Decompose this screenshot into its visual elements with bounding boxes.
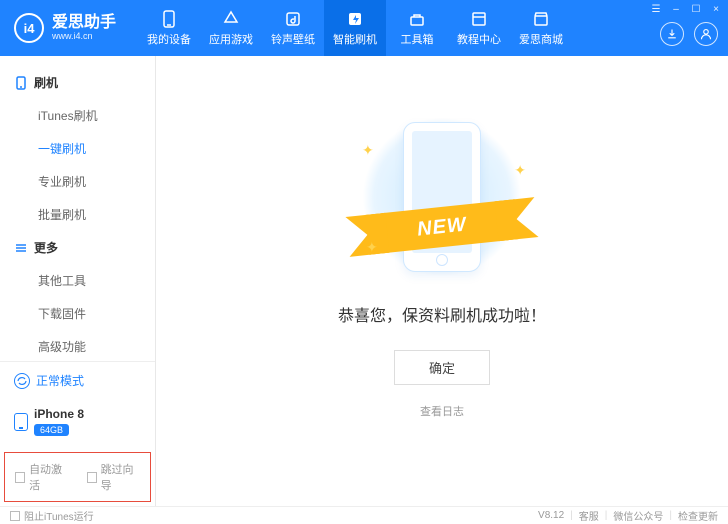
logo-icon: i4 xyxy=(14,13,44,43)
refresh-icon xyxy=(14,373,30,389)
footer-bar: 阻止iTunes运行 V8.12 | 客服 | 微信公众号 | 检查更新 xyxy=(0,506,728,524)
sidebar-item[interactable]: 一键刷机 xyxy=(0,132,155,165)
nav-toolbox[interactable]: 工具箱 xyxy=(386,0,448,56)
brand-text: 爱思助手 www.i4.cn xyxy=(52,14,116,41)
block-itunes-label: 阻止iTunes运行 xyxy=(24,508,94,523)
nav-bar: 我的设备 应用游戏 铃声壁纸 智能刷机 工具箱 教程中心 爱思商城 xyxy=(138,0,572,56)
options-highlight-box: 自动激活 跳过向导 xyxy=(4,452,151,502)
sidebar-group-more[interactable]: 更多 xyxy=(0,231,155,264)
option-checkbox[interactable]: 自动激活 xyxy=(15,461,69,493)
group-label: 刷机 xyxy=(34,74,58,91)
option-checkbox[interactable]: 跳过向导 xyxy=(87,461,141,493)
checkbox-icon xyxy=(15,472,25,483)
version-label: V8.12 xyxy=(538,510,564,521)
sidebar-item[interactable]: 其他工具 xyxy=(0,264,155,297)
phone-icon xyxy=(14,76,28,90)
nav-label: 爱思商城 xyxy=(519,31,563,47)
star-icon: ✦ xyxy=(362,142,374,159)
block-itunes-checkbox[interactable]: 阻止iTunes运行 xyxy=(10,508,94,523)
flash-icon xyxy=(345,10,365,28)
brand-url: www.i4.cn xyxy=(52,32,116,42)
menu-icon xyxy=(14,241,28,255)
checkbox-label: 跳过向导 xyxy=(101,461,140,493)
device-icon xyxy=(14,413,28,431)
top-header: i4 爱思助手 www.i4.cn 我的设备 应用游戏 铃声壁纸 智能刷机 工具箱 教程中… xyxy=(0,0,728,56)
nav-music[interactable]: 铃声壁纸 xyxy=(262,0,324,56)
book-icon xyxy=(469,10,489,28)
group-label: 更多 xyxy=(34,239,58,256)
success-illustration: NEW ✦ ✦ ✦ xyxy=(352,112,532,282)
download-button[interactable] xyxy=(660,22,684,46)
checkbox-icon xyxy=(10,511,20,521)
device-row[interactable]: iPhone 8 64GB xyxy=(0,399,155,448)
maximize-icon[interactable]: ☐ xyxy=(690,4,702,15)
nav-label: 智能刷机 xyxy=(333,31,377,47)
shop-icon xyxy=(531,10,551,28)
nav-apps[interactable]: 应用游戏 xyxy=(200,0,262,56)
user-button[interactable] xyxy=(694,22,718,46)
footer-link-wechat[interactable]: 微信公众号 xyxy=(613,508,663,523)
nav-book[interactable]: 教程中心 xyxy=(448,0,510,56)
nav-shop[interactable]: 爱思商城 xyxy=(510,0,572,56)
footer-link-update[interactable]: 检查更新 xyxy=(678,508,718,523)
sidebar-item[interactable]: 高级功能 xyxy=(0,330,155,361)
sidebar: 刷机 iTunes刷机一键刷机专业刷机批量刷机 更多 其他工具下载固件高级功能 … xyxy=(0,56,156,506)
star-icon: ✦ xyxy=(514,162,526,179)
brand-name: 爱思助手 xyxy=(52,14,116,32)
sidebar-group-flash[interactable]: 刷机 xyxy=(0,66,155,99)
checkbox-icon xyxy=(87,472,97,483)
nav-label: 应用游戏 xyxy=(209,31,253,47)
device-name: iPhone 8 xyxy=(34,407,84,421)
menu-icon[interactable]: ☰ xyxy=(650,4,662,15)
music-icon xyxy=(283,10,303,28)
logo-area: i4 爱思助手 www.i4.cn xyxy=(0,13,130,43)
ok-button[interactable]: 确定 xyxy=(394,350,490,385)
nav-flash[interactable]: 智能刷机 xyxy=(324,0,386,56)
sidebar-item[interactable]: 批量刷机 xyxy=(0,198,155,231)
nav-label: 工具箱 xyxy=(401,31,434,47)
star-icon: ✦ xyxy=(366,239,378,256)
nav-label: 教程中心 xyxy=(457,31,501,47)
window-controls: ☰–☐ × xyxy=(650,4,722,15)
success-message: 恭喜您，保资料刷机成功啦！ xyxy=(338,302,546,326)
toolbox-icon xyxy=(407,10,427,28)
main-panel: NEW ✦ ✦ ✦ 恭喜您，保资料刷机成功啦！ 确定 查看日志 xyxy=(156,56,728,506)
apps-icon xyxy=(221,10,241,28)
storage-badge: 64GB xyxy=(34,424,69,436)
checkbox-label: 自动激活 xyxy=(29,461,68,493)
sidebar-item[interactable]: 下载固件 xyxy=(0,297,155,330)
close-icon[interactable]: × xyxy=(710,4,722,15)
device-icon xyxy=(159,10,179,28)
footer-link-support[interactable]: 客服 xyxy=(579,508,599,523)
nav-label: 我的设备 xyxy=(147,31,191,47)
header-side-buttons xyxy=(660,22,718,46)
nav-label: 铃声壁纸 xyxy=(271,31,315,47)
device-mode[interactable]: 正常模式 xyxy=(0,362,155,399)
mode-label: 正常模式 xyxy=(36,372,84,389)
view-log-link[interactable]: 查看日志 xyxy=(420,403,464,419)
nav-device[interactable]: 我的设备 xyxy=(138,0,200,56)
sidebar-item[interactable]: iTunes刷机 xyxy=(0,99,155,132)
minimize-icon[interactable]: – xyxy=(670,4,682,15)
sidebar-item[interactable]: 专业刷机 xyxy=(0,165,155,198)
